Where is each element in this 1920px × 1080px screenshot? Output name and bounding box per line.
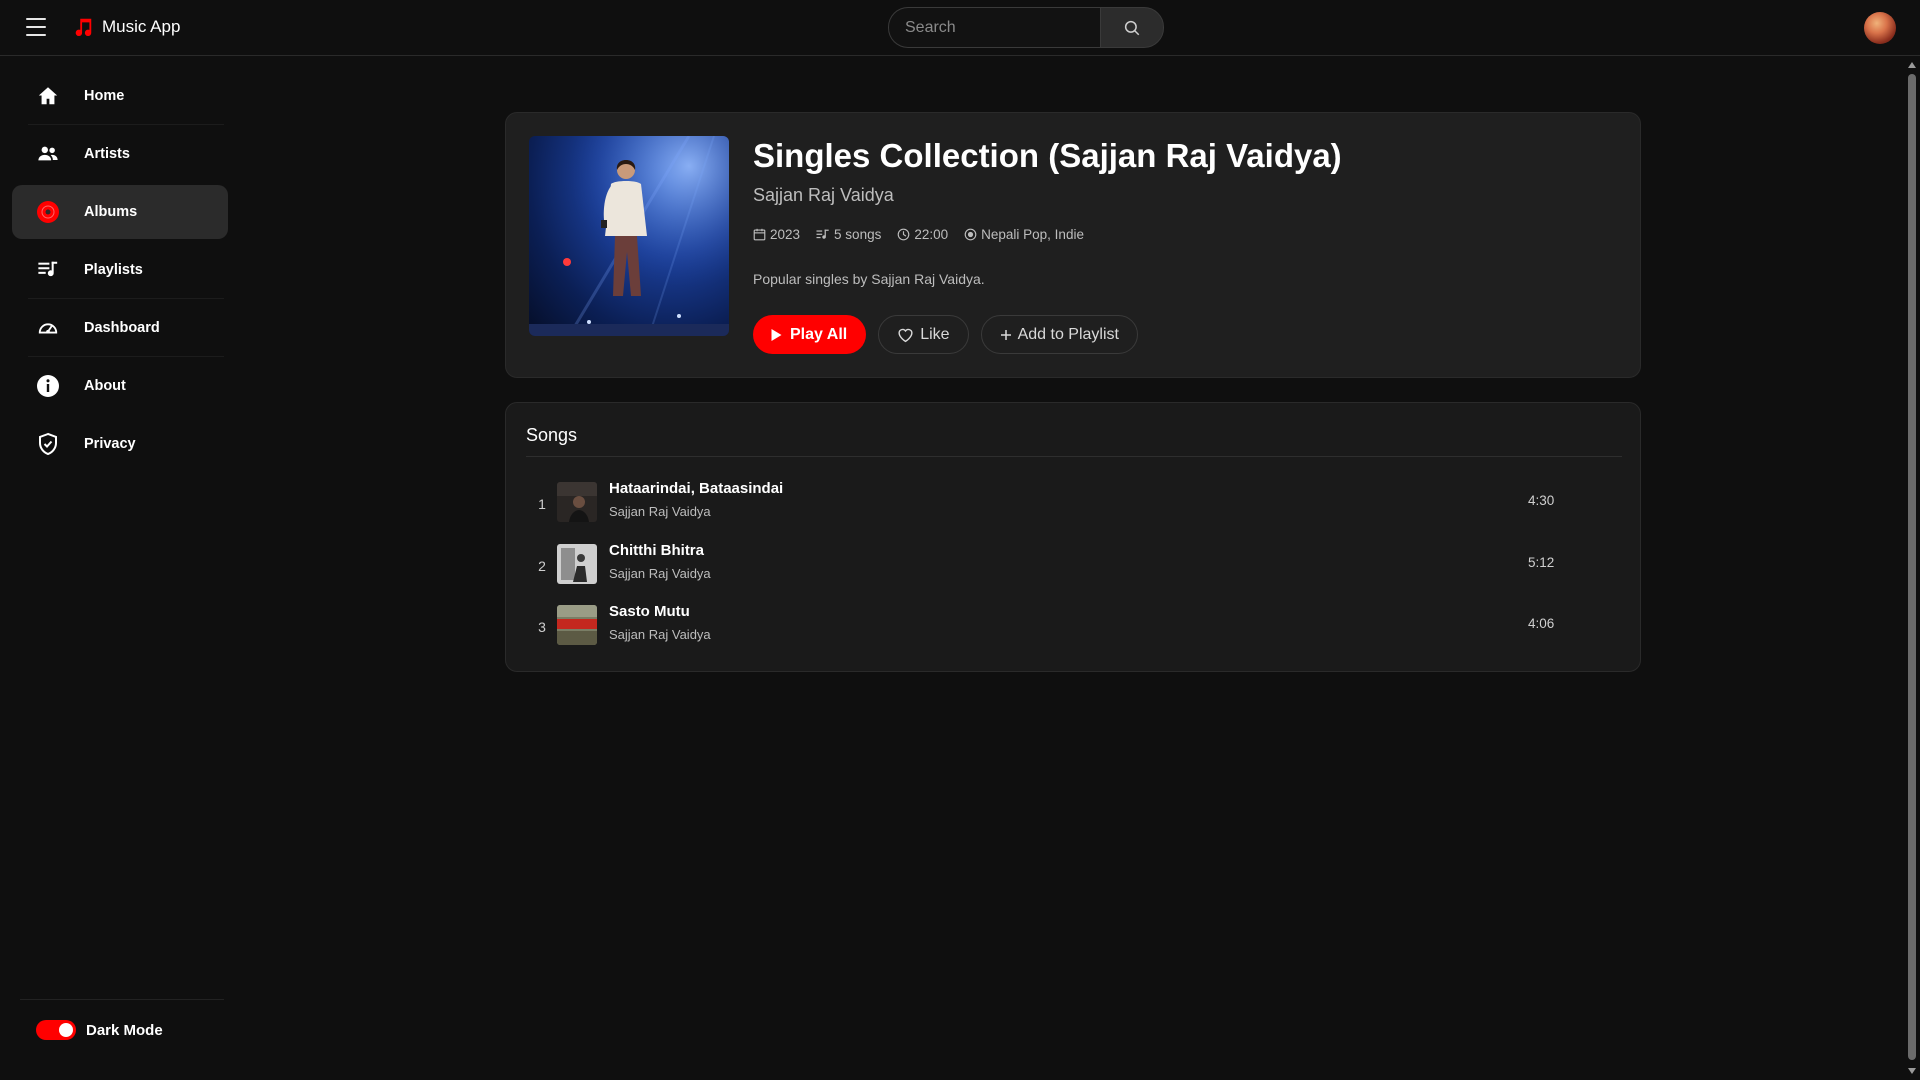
song-artist: Sajjan Raj Vaidya	[609, 504, 711, 519]
dark-mode-label: Dark Mode	[86, 1021, 163, 1039]
sidebar-item-label: Privacy	[84, 436, 136, 452]
song-title: Hataarindai, Bataasindai	[609, 480, 784, 497]
users-icon	[36, 142, 60, 166]
sidebar-item-label: Home	[84, 88, 125, 104]
song-row[interactable]: 1 Hataarindai, Bataasindai Sajjan Raj Va…	[526, 476, 1622, 532]
divider	[28, 124, 224, 125]
playlist-icon	[36, 258, 60, 282]
sidebar-item-home[interactable]: Home	[12, 69, 228, 123]
info-icon	[36, 374, 60, 398]
songs-heading: Songs	[526, 425, 578, 445]
search-bar	[888, 7, 1164, 48]
song-number: 2	[538, 558, 546, 574]
album-duration: 22:00	[897, 227, 948, 242]
page-scrollbar[interactable]	[1904, 56, 1920, 1080]
sidebar-item-privacy[interactable]: Privacy	[12, 417, 228, 471]
search-input[interactable]	[888, 7, 1100, 48]
song-row[interactable]: 2 Chitthi Bhitra Sajjan Raj Vaidya 5:12	[526, 538, 1622, 594]
song-thumbnail	[557, 482, 597, 522]
like-button[interactable]: Like	[878, 315, 969, 354]
song-number: 1	[538, 496, 546, 512]
calendar-icon	[753, 228, 766, 241]
sidebar-item-about[interactable]: About	[12, 359, 228, 413]
sidebar-item-playlists[interactable]: Playlists	[12, 243, 228, 297]
sidebar-item-label: Albums	[84, 204, 138, 220]
album-actions: Play All Like Add to Playlist	[753, 315, 1138, 354]
divider	[28, 298, 224, 299]
top-bar: Music App	[0, 0, 1920, 56]
toggle-switch[interactable]	[36, 1020, 76, 1040]
song-duration: 4:30	[1528, 493, 1555, 508]
dark-mode-toggle[interactable]: Dark Mode	[36, 1020, 163, 1040]
album-header-card: Singles Collection (Sajjan Raj Vaidya) S…	[505, 112, 1641, 378]
heart-icon	[898, 328, 913, 342]
music-note-icon	[75, 18, 92, 37]
sidebar-item-label: Dashboard	[84, 320, 160, 336]
sidebar-item-albums[interactable]: Albums	[12, 185, 228, 239]
plus-icon	[1000, 329, 1011, 340]
play-all-button[interactable]: Play All	[753, 315, 867, 354]
sidebar-item-artists[interactable]: Artists	[12, 127, 228, 181]
avatar[interactable]	[1864, 12, 1896, 44]
song-duration: 4:06	[1528, 616, 1555, 631]
app-brand[interactable]: Music App	[72, 15, 180, 39]
play-icon	[771, 328, 782, 341]
song-thumbnail	[557, 544, 597, 584]
song-artist: Sajjan Raj Vaidya	[609, 627, 711, 642]
song-artist: Sajjan Raj Vaidya	[609, 566, 711, 581]
shield-icon	[36, 432, 60, 456]
album-meta: 2023 5 songs 22:00 Nepali Pop, Indie	[753, 227, 1084, 242]
scroll-down-arrow-icon[interactable]	[1908, 1068, 1916, 1074]
disc-icon	[36, 200, 60, 224]
song-duration: 5:12	[1528, 555, 1555, 570]
album-artist[interactable]: Sajjan Raj Vaidya	[753, 185, 894, 206]
sidebar-item-label: Playlists	[84, 262, 143, 278]
album-title: Singles Collection (Sajjan Raj Vaidya)	[753, 137, 1342, 174]
album-song-count: 5 songs	[816, 227, 881, 242]
sidebar-item-label: About	[84, 378, 126, 394]
gauge-icon	[36, 316, 60, 340]
divider	[28, 356, 224, 357]
songs-card: Songs 1 Hataarindai, Bataasindai Sajjan …	[505, 402, 1641, 672]
song-thumbnail	[557, 605, 597, 645]
song-number: 3	[538, 619, 546, 635]
scroll-up-arrow-icon[interactable]	[1908, 62, 1916, 68]
album-genres: Nepali Pop, Indie	[964, 227, 1084, 242]
song-title: Chitthi Bhitra	[609, 542, 704, 559]
search-icon	[1124, 20, 1140, 35]
sidebar-item-dashboard[interactable]: Dashboard	[12, 301, 228, 355]
sidebar: Home Artists Albums Playlists Dashboard …	[0, 56, 240, 1080]
disc-icon	[964, 228, 977, 241]
scroll-thumb[interactable]	[1908, 74, 1916, 1060]
add-to-playlist-button[interactable]: Add to Playlist	[980, 315, 1138, 354]
music-list-icon	[816, 229, 829, 239]
menu-icon[interactable]	[26, 18, 46, 36]
song-row[interactable]: 3 Sasto Mutu Sajjan Raj Vaidya 4:06	[526, 599, 1622, 655]
divider	[526, 456, 1622, 457]
album-cover	[529, 136, 729, 336]
sidebar-item-label: Artists	[84, 146, 130, 162]
song-title: Sasto Mutu	[609, 603, 690, 620]
home-icon	[36, 84, 60, 108]
clock-icon	[897, 228, 910, 241]
album-year: 2023	[753, 227, 800, 242]
search-button[interactable]	[1100, 7, 1164, 48]
divider	[20, 999, 224, 1000]
app-title: Music App	[102, 17, 181, 36]
album-description: Popular singles by Sajjan Raj Vaidya.	[753, 271, 985, 287]
